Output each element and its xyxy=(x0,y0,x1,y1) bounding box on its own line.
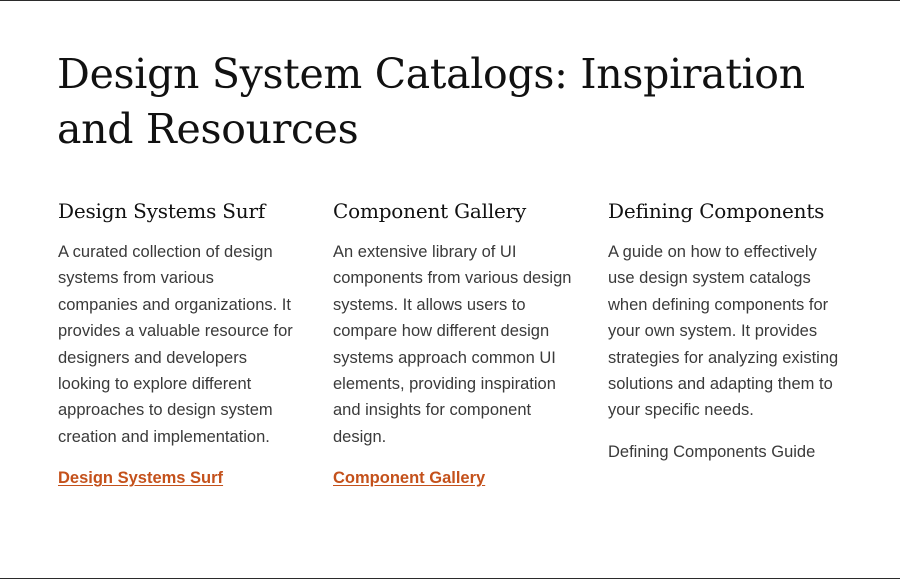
page-title: Design System Catalogs: Inspiration and … xyxy=(57,50,805,153)
resource-card-description: A curated collection of design systems f… xyxy=(58,243,293,446)
resource-card-title: Component Gallery xyxy=(333,199,527,223)
resource-card-design-systems-surf: Design Systems Surf A curated collection… xyxy=(58,196,298,491)
design-systems-surf-link[interactable]: Design Systems Surf xyxy=(58,469,223,487)
component-gallery-link[interactable]: Component Gallery xyxy=(333,469,485,487)
resource-columns: Design Systems Surf A curated collection… xyxy=(58,196,848,491)
resource-card-description: An extensive library of UI components fr… xyxy=(333,243,572,446)
resource-card-defining-components: Defining Components A guide on how to ef… xyxy=(608,196,848,491)
defining-components-guide-text: Defining Components Guide xyxy=(608,442,816,461)
resource-card-title: Defining Components xyxy=(608,199,825,223)
resource-card-title: Design Systems Surf xyxy=(58,199,266,223)
resource-card-component-gallery: Component Gallery An extensive library o… xyxy=(333,196,573,491)
resource-card-description: A guide on how to effectively use design… xyxy=(608,243,839,420)
